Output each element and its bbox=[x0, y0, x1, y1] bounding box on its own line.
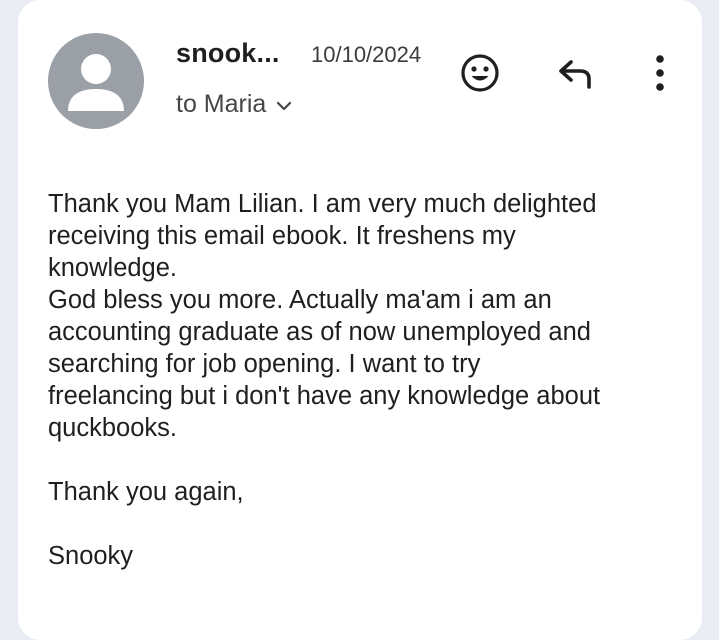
emoji-icon bbox=[459, 52, 501, 99]
email-message-card: snook... 10/10/2024 to Maria Thank you M… bbox=[18, 0, 702, 640]
more-options-button[interactable] bbox=[640, 50, 680, 100]
recipient-label: to Maria bbox=[176, 90, 267, 118]
chevron-down-icon bbox=[276, 90, 292, 119]
more-vertical-icon bbox=[654, 53, 666, 98]
person-avatar-icon[interactable] bbox=[48, 33, 144, 129]
reply-button[interactable] bbox=[554, 53, 598, 97]
sender-name[interactable]: snook... bbox=[176, 38, 280, 69]
message-signature: Snooky bbox=[48, 542, 134, 570]
message-paragraph: Thank you Mam Lilian. I am very much del… bbox=[48, 190, 601, 442]
recipient-toggle[interactable]: to Maria bbox=[176, 90, 292, 119]
reply-icon bbox=[556, 56, 596, 95]
message-body: Thank you Mam Lilian. I am very much del… bbox=[48, 188, 688, 572]
add-reaction-button[interactable] bbox=[458, 53, 502, 97]
message-closing: Thank you again, bbox=[48, 478, 244, 506]
message-date: 10/10/2024 bbox=[311, 42, 422, 67]
